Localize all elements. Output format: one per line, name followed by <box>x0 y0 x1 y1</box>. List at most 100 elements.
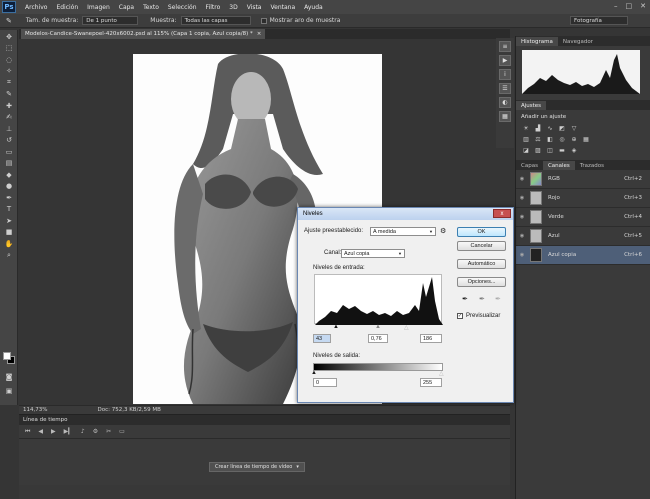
channel-row[interactable]: ◉ Azul Ctrl+5 <box>516 227 650 246</box>
color-lookup-icon[interactable]: ▦ <box>582 135 590 143</box>
menu-filtro[interactable]: Filtro <box>206 4 221 11</box>
sample-select[interactable]: Todas las capas <box>180 16 251 25</box>
move-tool-icon[interactable]: ✥ <box>2 32 16 42</box>
menu-ayuda[interactable]: Ayuda <box>304 4 323 11</box>
selective-color-icon[interactable]: ◈ <box>570 146 578 154</box>
document-tab[interactable]: Modelos-Candice-Swanepoel-420x6002.psd a… <box>21 29 266 39</box>
stamp-tool-icon[interactable]: ⊥ <box>2 124 16 134</box>
gray-eyedropper-icon[interactable]: ✒ <box>479 295 485 303</box>
zoom-tool-icon[interactable]: ⌕ <box>2 250 16 260</box>
channel-row[interactable]: ◉ RGB Ctrl+2 <box>516 170 650 189</box>
marquee-tool-icon[interactable]: ⬚ <box>2 43 16 53</box>
menu-texto[interactable]: Texto <box>143 4 159 11</box>
eyedropper-tool-icon[interactable]: ✎ <box>6 17 12 25</box>
tab-channels[interactable]: Canales <box>542 161 575 170</box>
posterize-icon[interactable]: ▨ <box>534 146 542 154</box>
menu-archivo[interactable]: Archivo <box>25 4 47 11</box>
photo-filter-icon[interactable]: ◎ <box>558 135 566 143</box>
channel-row[interactable]: ◉ Verde Ctrl+4 <box>516 208 650 227</box>
dodge-tool-icon[interactable]: ● <box>2 181 16 191</box>
blur-tool-icon[interactable]: ◆ <box>2 170 16 180</box>
input-gamma-field[interactable]: 0,76 <box>368 334 388 343</box>
preset-options-icon[interactable]: ⚙ <box>440 227 446 235</box>
next-frame-icon[interactable]: ▶▎ <box>64 428 73 435</box>
quick-mask-icon[interactable]: ◙ <box>2 372 16 382</box>
input-gamma-slider[interactable]: ▲ <box>375 324 381 330</box>
minimize-icon[interactable]: – <box>614 2 618 10</box>
output-white-field[interactable]: 255 <box>420 378 442 387</box>
gradient-tool-icon[interactable]: ▤ <box>2 158 16 168</box>
history-brush-tool-icon[interactable]: ↺ <box>2 135 16 145</box>
vibrance-icon[interactable]: ▽ <box>570 124 578 132</box>
split-icon[interactable]: ✂ <box>106 428 111 435</box>
preset-select[interactable]: A medida ▼ <box>370 227 436 236</box>
zoom-level[interactable]: 114,73% <box>23 407 47 413</box>
options-button[interactable]: Opciones... <box>457 277 506 287</box>
shape-tool-icon[interactable]: ■ <box>2 227 16 237</box>
eyedropper-tool-icon[interactable]: ✎ <box>2 89 16 99</box>
settings-icon[interactable]: ⚙ <box>93 428 98 435</box>
dialog-close-button[interactable]: x <box>493 209 511 218</box>
menu-ventana[interactable]: Ventana <box>270 4 295 11</box>
input-white-slider[interactable]: △ <box>404 324 409 331</box>
exposure-icon[interactable]: ◩ <box>558 124 566 132</box>
menu-seleccion[interactable]: Selección <box>168 4 197 11</box>
menu-imagen[interactable]: Imagen <box>87 4 110 11</box>
close-tab-icon[interactable]: × <box>257 31 262 37</box>
menu-3d[interactable]: 3D <box>229 4 237 11</box>
swatches-icon[interactable]: ▦ <box>499 111 511 122</box>
tab-paths[interactable]: Trazados <box>575 161 609 170</box>
menu-edicion[interactable]: Edición <box>56 4 78 11</box>
preview-checkbox[interactable]: ✓ <box>457 313 463 319</box>
color-swatches[interactable] <box>3 352 15 364</box>
actions-icon[interactable]: ▶ <box>499 55 511 66</box>
brightness-icon[interactable]: ☀ <box>522 124 530 132</box>
menu-vista[interactable]: Vista <box>247 4 262 11</box>
output-white-slider[interactable]: △ <box>439 370 444 377</box>
lasso-tool-icon[interactable]: ◌ <box>2 55 16 65</box>
path-select-tool-icon[interactable]: ➤ <box>2 216 16 226</box>
crop-tool-icon[interactable]: ⌗ <box>2 78 16 88</box>
channel-row-selected[interactable]: ◉ Azul copia Ctrl+6 <box>516 246 650 265</box>
gradient-map-icon[interactable]: ▬ <box>558 146 566 154</box>
input-black-field[interactable]: 43 <box>313 334 331 343</box>
input-white-field[interactable]: 186 <box>420 334 442 343</box>
transition-icon[interactable]: ▭ <box>119 428 125 435</box>
foreground-color-swatch[interactable] <box>3 352 11 360</box>
tab-histogram[interactable]: Histograma <box>516 37 558 46</box>
show-ring-checkbox[interactable] <box>260 17 267 24</box>
sample-size-select[interactable]: De 1 punto <box>82 16 139 25</box>
play-icon[interactable]: ▶ <box>51 428 56 435</box>
type-tool-icon[interactable]: T <box>2 204 16 214</box>
eye-icon[interactable]: ◉ <box>516 176 528 182</box>
screen-mode-icon[interactable]: ▣ <box>2 386 16 396</box>
eye-icon[interactable]: ◉ <box>516 214 528 220</box>
hand-tool-icon[interactable]: ✋ <box>2 239 16 249</box>
dialog-title-bar[interactable]: Niveles <box>298 208 513 220</box>
eye-icon[interactable]: ◉ <box>516 252 528 258</box>
input-black-slider[interactable]: ▲ <box>333 324 339 330</box>
tab-adjustments[interactable]: Ajustes <box>516 101 547 110</box>
channel-mixer-icon[interactable]: ⊕ <box>570 135 578 143</box>
white-eyedropper-icon[interactable]: ✒ <box>495 295 501 303</box>
invert-icon[interactable]: ◪ <box>522 146 530 154</box>
output-black-slider[interactable]: ▲ <box>311 370 317 376</box>
menu-capa[interactable]: Capa <box>119 4 134 11</box>
eye-icon[interactable]: ◉ <box>516 233 528 239</box>
prev-frame-icon[interactable]: ◀ <box>38 428 43 435</box>
eye-icon[interactable]: ◉ <box>516 195 528 201</box>
pen-tool-icon[interactable]: ✒ <box>2 193 16 203</box>
brush-tool-icon[interactable]: ✍ <box>2 112 16 122</box>
channel-row[interactable]: ◉ Rojo Ctrl+3 <box>516 189 650 208</box>
close-icon[interactable]: ✕ <box>640 2 646 10</box>
tab-layers[interactable]: Capas <box>516 161 543 170</box>
cancel-button[interactable]: Cancelar <box>457 241 506 251</box>
history-icon[interactable]: ≡ <box>499 41 511 52</box>
black-white-icon[interactable]: ◧ <box>546 135 554 143</box>
hue-saturation-icon[interactable]: ▥ <box>522 135 530 143</box>
channel-select[interactable]: Azul copia ▼ <box>341 249 405 258</box>
quick-select-tool-icon[interactable]: ✧ <box>2 66 16 76</box>
info-icon[interactable]: i <box>499 69 511 80</box>
levels-icon[interactable]: ▟ <box>534 124 542 132</box>
properties-icon[interactable]: ☰ <box>499 83 511 94</box>
